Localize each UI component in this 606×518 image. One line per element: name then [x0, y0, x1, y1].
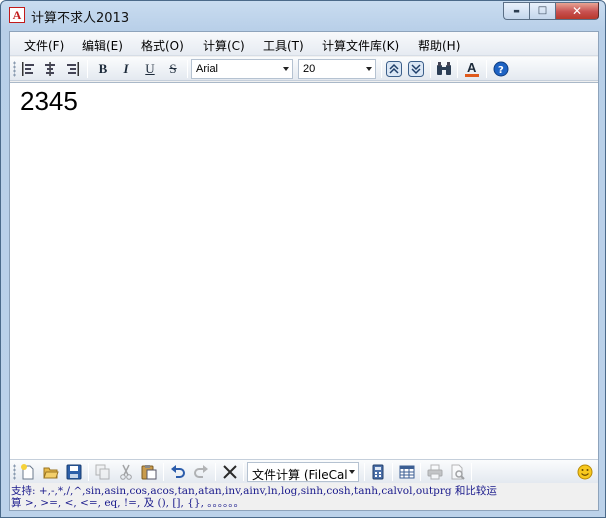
print-preview-icon[interactable] [449, 463, 467, 481]
align-left-icon[interactable] [19, 60, 37, 78]
toolbar-separator [163, 463, 164, 481]
table-icon[interactable] [398, 463, 416, 481]
save-icon[interactable] [65, 463, 83, 481]
menu-format[interactable]: 格式(O) [141, 37, 184, 54]
strikethrough-icon[interactable]: S [164, 60, 182, 78]
toolbar-separator [471, 463, 472, 481]
font-select[interactable]: Arial [191, 59, 293, 79]
toolbar-grip[interactable] [13, 61, 16, 77]
font-select-value: Arial [196, 63, 219, 75]
app-window: A 计算不求人2013 ▬ □ ✕ 文件(F) 编辑(E) 格式(O) 计算(C… [0, 0, 606, 518]
toolbar-separator [187, 60, 188, 78]
toolbar-separator [420, 463, 421, 481]
status-line-1: 支持: +,-,*,/,^,sin,asin,cos,acos,tan,atan… [11, 485, 497, 497]
font-color-icon[interactable]: A [463, 60, 481, 78]
maximize-button[interactable]: □ [529, 2, 555, 20]
editor-area[interactable]: 2345 [10, 82, 598, 459]
paste-icon[interactable] [140, 463, 158, 481]
calculator-icon[interactable] [369, 463, 387, 481]
calc-mode-select[interactable]: 文件计算 (FileCal [247, 462, 359, 482]
window-title: 计算不求人2013 [31, 11, 130, 26]
svg-text:?: ? [498, 65, 504, 76]
copy-icon[interactable] [94, 463, 112, 481]
size-select-value: 20 [303, 63, 316, 75]
chevron-down-icon[interactable] [366, 67, 372, 71]
toolbar-separator [243, 463, 244, 481]
size-select[interactable]: 20 [298, 59, 376, 79]
toolbar-separator [486, 60, 487, 78]
align-center-icon[interactable] [41, 60, 59, 78]
svg-text:A: A [467, 60, 477, 75]
underline-icon[interactable]: U [141, 60, 159, 78]
menu-bar: 文件(F) 编辑(E) 格式(O) 计算(C) 工具(T) 计算文件库(K) 帮… [10, 32, 598, 56]
toolbar-separator [430, 60, 431, 78]
align-right-icon[interactable] [64, 60, 82, 78]
new-file-icon[interactable] [19, 463, 37, 481]
calc-mode-value: 文件计算 (FileCal [252, 468, 348, 482]
status-hint: 支持: +,-,*,/,^,sin,asin,cos,acos,tan,atan… [10, 484, 598, 510]
chevron-down-icon[interactable] [349, 470, 355, 474]
menu-calc-library[interactable]: 计算文件库(K) [322, 37, 399, 54]
find-icon[interactable] [435, 60, 453, 78]
toolbar-separator [457, 60, 458, 78]
format-toolbar: B I U S Arial 20 A ? [10, 57, 598, 81]
toolbar-separator [381, 60, 382, 78]
redo-icon[interactable] [192, 463, 210, 481]
print-icon[interactable] [426, 463, 444, 481]
bold-icon[interactable]: B [94, 60, 112, 78]
menu-edit[interactable]: 编辑(E) [82, 37, 123, 54]
bottom-toolbar: 文件计算 (FileCal [10, 459, 598, 483]
app-icon[interactable]: A [9, 7, 25, 23]
help-icon[interactable]: ? [492, 60, 510, 78]
menu-calculate[interactable]: 计算(C) [203, 37, 245, 54]
toolbar-separator [364, 463, 365, 481]
close-icon: ✕ [571, 4, 583, 18]
italic-icon[interactable]: I [117, 60, 135, 78]
undo-icon[interactable] [169, 463, 187, 481]
toolbar-separator [87, 60, 88, 78]
title-bar[interactable]: A 计算不求人2013 ▬ □ ✕ [1, 1, 605, 29]
client-area: 文件(F) 编辑(E) 格式(O) 计算(C) 工具(T) 计算文件库(K) 帮… [9, 31, 599, 511]
scroll-up-icon[interactable] [385, 60, 403, 78]
close-button[interactable]: ✕ [555, 2, 599, 20]
toolbar-separator [88, 463, 89, 481]
toolbar-grip[interactable] [13, 464, 16, 480]
scroll-down-icon[interactable] [407, 60, 425, 78]
cut-icon[interactable] [117, 463, 135, 481]
menu-file[interactable]: 文件(F) [24, 37, 64, 54]
menu-help[interactable]: 帮助(H) [418, 37, 460, 54]
smiley-icon[interactable] [576, 463, 594, 481]
open-folder-icon[interactable] [42, 463, 60, 481]
status-line-2: 算 >, >=, <, <=, eq, !=, 及 (), [], {}, 。。… [11, 497, 244, 509]
toolbar-separator [392, 463, 393, 481]
maximize-icon: □ [537, 5, 548, 16]
minimize-icon: ▬ [513, 6, 520, 15]
chevron-down-icon[interactable] [283, 67, 289, 71]
toolbar-separator [215, 463, 216, 481]
minimize-button[interactable]: ▬ [503, 2, 529, 20]
editor-content[interactable]: 2345 [20, 86, 78, 117]
window-controls: ▬ □ ✕ [503, 2, 599, 20]
delete-icon[interactable] [221, 463, 239, 481]
menu-tools[interactable]: 工具(T) [263, 37, 304, 54]
